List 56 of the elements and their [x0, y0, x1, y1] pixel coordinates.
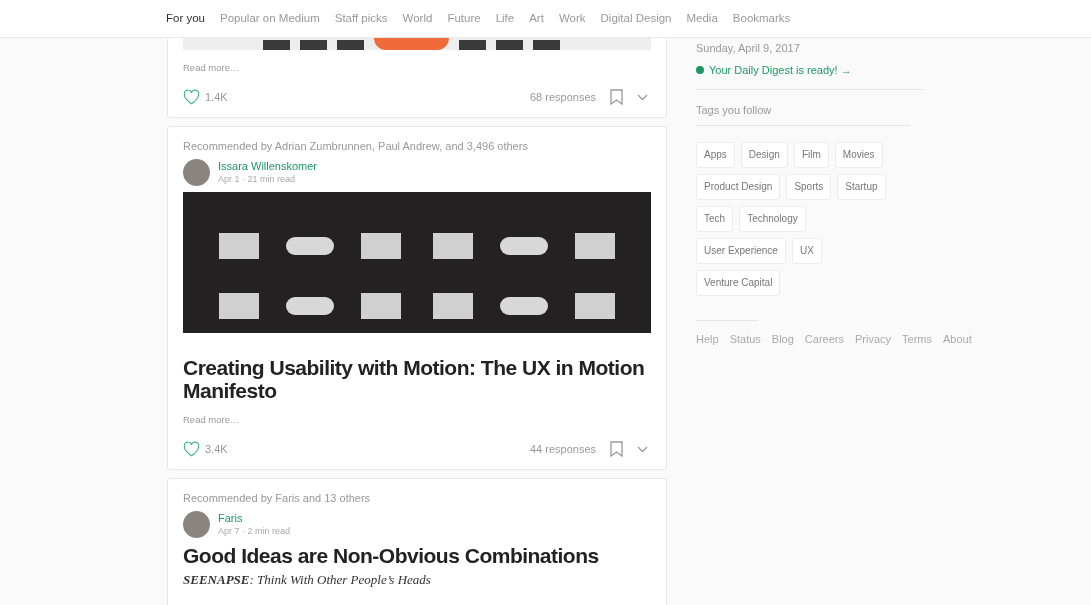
- tags-heading: Tags you follow: [696, 102, 910, 126]
- bookmark-icon[interactable]: [610, 441, 623, 457]
- footer-link[interactable]: Careers: [804, 330, 844, 347]
- footer-link[interactable]: About: [943, 330, 972, 347]
- tag-chip[interactable]: Startup: [837, 173, 886, 200]
- article-title[interactable]: Good Ideas are Non-Obvious Combinations: [183, 543, 651, 567]
- nav-tab[interactable]: World: [402, 9, 433, 28]
- read-more-link[interactable]: Read more…: [183, 61, 651, 76]
- nav-tab[interactable]: Digital Design: [600, 9, 672, 28]
- footer-link[interactable]: Blog: [771, 330, 794, 347]
- heart-icon[interactable]: [183, 89, 200, 106]
- avatar: [183, 510, 210, 538]
- responses-link[interactable]: 68 responses: [529, 89, 596, 106]
- nav-tab[interactable]: For you: [166, 9, 205, 28]
- read-more-link[interactable]: Read more…: [183, 412, 651, 427]
- author-name[interactable]: Faris: [218, 511, 291, 525]
- caret-icon[interactable]: [637, 93, 648, 101]
- nav-tab[interactable]: Art: [529, 9, 544, 28]
- tag-chip[interactable]: UX: [791, 237, 822, 264]
- post-meta: Apr 7 · 2 min read: [218, 525, 291, 537]
- nav-tab[interactable]: Popular on Medium: [220, 9, 320, 28]
- article-title[interactable]: Creating Usability with Motion: The UX in Motion Manifesto: [183, 355, 651, 402]
- tag-chip[interactable]: Product Design: [696, 173, 781, 200]
- heart-icon[interactable]: [183, 441, 200, 457]
- footer-link[interactable]: Privacy: [854, 330, 892, 347]
- tag-chip[interactable]: Tech: [696, 205, 734, 232]
- recommended-by: Recommended by Adrian Zumbrunnen, Paul Andrew, and 3,496 others: [183, 139, 529, 155]
- caret-icon[interactable]: [637, 445, 648, 453]
- daily-digest-link[interactable]: Your Daily Digest is ready! →: [709, 61, 852, 78]
- tag-chip[interactable]: Movies: [834, 141, 883, 168]
- like-count: 3.4K: [205, 441, 228, 457]
- nav-tab[interactable]: Staff picks: [334, 9, 388, 28]
- footer-link[interactable]: Help: [696, 330, 719, 347]
- tag-chip[interactable]: User Experience: [696, 237, 786, 264]
- footer-link[interactable]: Terms: [902, 330, 932, 347]
- bookmark-icon[interactable]: [610, 89, 623, 106]
- nav-tab[interactable]: Future: [447, 9, 481, 28]
- nav-tab[interactable]: Media: [686, 9, 718, 28]
- article-subtitle: SEENAPSE: Think With Other People’s Heads: [183, 571, 432, 587]
- date: Sunday, April 9, 2017: [696, 41, 801, 56]
- responses-link[interactable]: 44 responses: [529, 440, 596, 458]
- tag-chip[interactable]: Film: [793, 141, 829, 168]
- tag-chip[interactable]: Apps: [696, 141, 735, 168]
- avatar: [183, 158, 210, 186]
- footer-link[interactable]: Status: [729, 330, 761, 347]
- tag-chip[interactable]: Sports: [786, 173, 832, 200]
- nav-tab[interactable]: Life: [495, 9, 515, 28]
- tag-chip[interactable]: Technology: [739, 205, 806, 232]
- like-count: 1.4K: [205, 90, 228, 105]
- author-name[interactable]: Issara Willenskomer: [218, 159, 318, 174]
- post-meta: Apr 1 · 21 min read: [218, 173, 297, 186]
- recommended-by: Recommended by Faris and 13 others: [183, 491, 372, 506]
- nav-tab[interactable]: Work: [558, 9, 586, 28]
- nav-tab[interactable]: Bookmarks: [732, 9, 791, 28]
- tag-chip[interactable]: Design: [740, 141, 788, 168]
- tag-chip[interactable]: Venture Capital: [696, 269, 781, 296]
